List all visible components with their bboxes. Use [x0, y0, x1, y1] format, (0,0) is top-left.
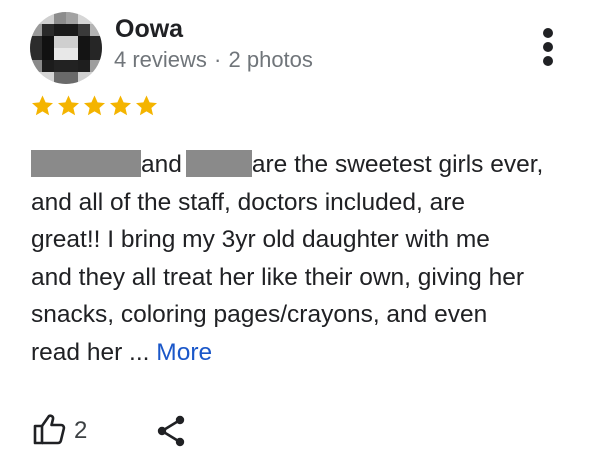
author-name[interactable]: Oowa: [115, 13, 183, 45]
review-line: snacks, coloring pages/crayons, and even: [31, 301, 488, 329]
review-line: great!! I bring my 3yr old daughter with…: [31, 226, 490, 254]
star-icon: [56, 94, 81, 118]
like-button[interactable]: 2: [32, 413, 88, 450]
review-text-fragment: and: [141, 151, 182, 178]
star-icon: [108, 94, 133, 118]
pixelated-avatar-image: [30, 12, 102, 84]
review-text-fragment: read her ...: [31, 338, 157, 366]
redacted-name: [31, 150, 141, 177]
star-rating: [30, 94, 159, 118]
redacted-name: [185, 150, 252, 177]
share-icon[interactable]: [154, 414, 188, 448]
review-text-fragment: are the sweetest girls ever,: [251, 151, 544, 178]
more-vert-icon[interactable]: [538, 28, 560, 66]
star-icon: [82, 94, 107, 118]
review-text: and are the sweetest girls ever, and all …: [31, 146, 576, 372]
review-line: read her ... More: [31, 334, 576, 372]
author-meta: 4 reviews · 2 photos: [114, 46, 313, 74]
more-link[interactable]: More: [156, 339, 212, 366]
like-count: 2: [74, 417, 88, 444]
review-line: and are the sweetest girls ever,: [31, 146, 576, 184]
review-line: and all of the staff, doctors included, …: [31, 188, 466, 216]
author-review-count: 4 reviews: [114, 47, 207, 72]
review-line: and they all treat her like their own, g…: [31, 263, 524, 291]
thumbs-up-icon: [32, 413, 66, 450]
meta-separator: ·: [214, 47, 222, 72]
author-photo-count: 2 photos: [228, 47, 313, 72]
star-icon: [134, 94, 159, 118]
star-icon: [30, 94, 55, 118]
author-avatar[interactable]: [30, 12, 102, 84]
